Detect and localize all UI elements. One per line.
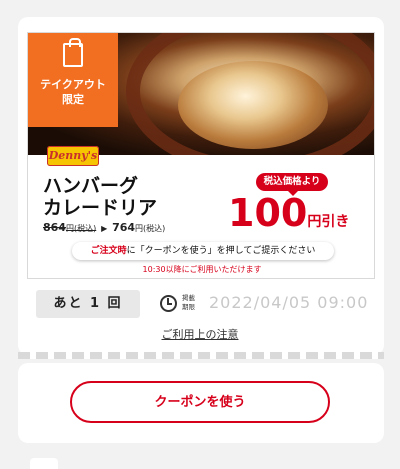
notice-prefix: ご注文時 [90,246,127,256]
order-notice: ご注文時に「クーポンを使う」を押してご提示ください [72,242,334,260]
expiry-label: 掲載期限 [182,294,195,311]
shopping-bag-icon [63,38,83,67]
use-coupon-button[interactable]: クーポンを使う [70,381,330,423]
badge-label-line2: 限定 [62,93,84,106]
product-name-line2: カレードリア [43,197,158,219]
product-name: ハンバーグ カレードリア [43,175,183,219]
clock-icon [160,295,177,312]
original-price: 864円(税込) [43,221,97,234]
time-note: 10:30以降にご利用いただけます [142,265,262,274]
hamburg-image [178,61,328,149]
notice-text: に「クーポンを使う」を押してご提示ください [126,246,316,256]
coupon-ticket: テイクアウト 限定 Denny's ハンバーグ カレードリア 864円(税込) … [27,32,375,279]
brand-logo-text: Denny's [48,149,98,162]
next-card-edge [30,458,58,469]
price-arrow-icon: ▶ [101,224,108,233]
discount-unit: 円引き [307,214,350,230]
discount-number: 100 [228,191,308,235]
price-row: 864円(税込) ▶ 764円(税込) [43,221,165,234]
perforation-divider [18,352,384,359]
badge-label-line1: テイクアウト [40,78,106,91]
product-name-line1: ハンバーグ [43,175,139,197]
takeout-badge: テイクアウト 限定 [28,33,118,127]
dennys-logo: Denny's [47,146,99,166]
discounted-price: 764円(税込) [112,221,166,234]
terms-link[interactable]: ご利用上の注意 [0,326,400,342]
discount-amount: 100円引き [228,191,349,235]
expiry-date: 2022/04/05 09:00 [209,293,369,312]
remaining-uses-badge: あと 1 回 [36,290,140,318]
discount-tag: 税込価格より [256,173,328,196]
